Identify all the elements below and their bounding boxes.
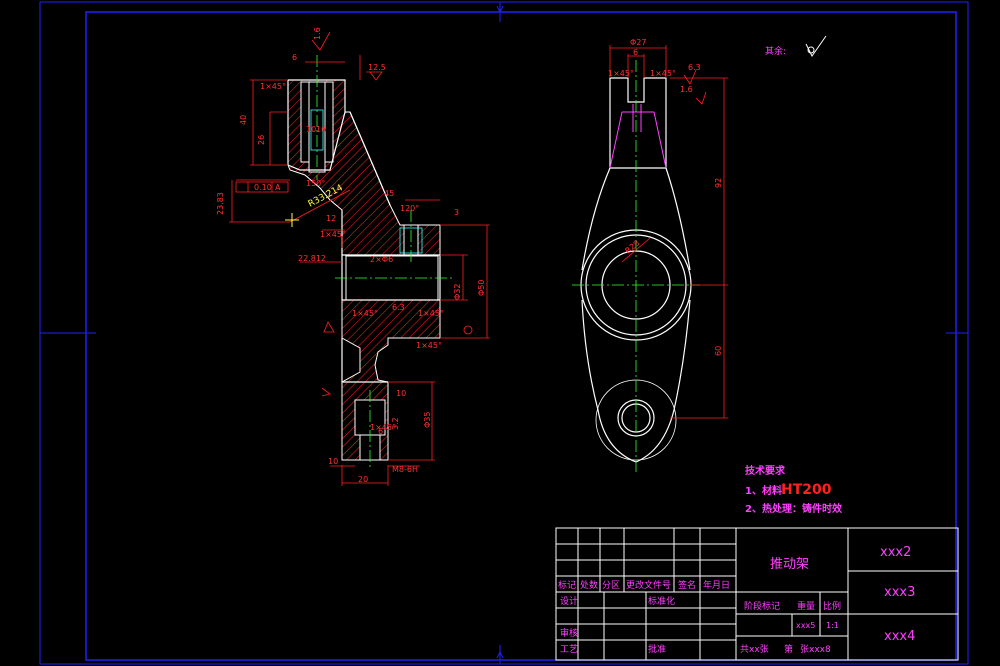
roughness-symbol-icon <box>805 35 827 57</box>
tb-weight: 重量 <box>797 600 815 612</box>
front-dia-27: Φ27 <box>630 38 646 47</box>
tolerance-datum: A <box>275 183 281 192</box>
roughness-note: 其余: <box>765 35 827 57</box>
tb-col-zone: 分区 <box>602 580 620 591</box>
dim-top-roughness: 12.5 <box>368 63 386 72</box>
roughness-note-text: 其余: <box>765 45 786 57</box>
tb-part-name: 推动架 <box>770 557 809 572</box>
front-width-6: 6 <box>633 48 638 57</box>
tb-row-process: 工艺 <box>560 644 578 655</box>
dim-thread: M8-6H <box>392 465 418 474</box>
tb-col-mark: 标记 <box>558 579 576 591</box>
dim-chamfer-a: 1×45° <box>352 309 378 318</box>
dim-120: 120° <box>400 204 419 213</box>
dim-16: 16 <box>316 125 326 134</box>
dim-chamfer-top: 1×45° <box>260 82 286 91</box>
front-taper <box>609 104 667 169</box>
tb-row-review: 审核 <box>560 627 578 639</box>
dim-chamfer-b: 1×45° <box>418 309 444 318</box>
tb-col-count: 处数 <box>580 579 598 591</box>
tb-stage-mark: 阶段标记 <box>744 600 780 612</box>
tech-requirements: 技术要求 1、材料: HT200 2、热处理：铸件时效 <box>745 464 843 515</box>
title-block: 标记 处数 分区 更改文件号 签名 年月日 设计 标准化 审核 工艺 批准 阶段… <box>555 527 959 661</box>
tb-code-1: xxx2 <box>880 545 911 560</box>
tech-line1-prefix: 1、材料: <box>745 484 786 497</box>
front-roughness-63: 6.3 <box>688 63 701 72</box>
front-roughness-16: 1.6 <box>680 85 693 94</box>
front-chamfer-l: 1×45° <box>608 69 634 78</box>
dim-40: 40 <box>239 115 248 125</box>
dim-23: 23.83 <box>216 192 225 215</box>
bores <box>300 81 439 461</box>
dim-roughness-16: 1.6 <box>313 27 322 40</box>
dim-6b: 6 <box>378 427 383 436</box>
dim-phi35: Φ35 <box>423 412 432 428</box>
tb-col-date: 年月日 <box>703 579 730 591</box>
dim-chamfer-c: 1×45° <box>416 341 442 350</box>
cad-drawing-canvas: 12.5 1.6 6 1×45° 40 26 10 16 0.10 A 23.8… <box>39 1 969 665</box>
dim-45: 45 <box>384 189 394 198</box>
dim-50: Φ50 <box>477 280 486 296</box>
tb-scale-value: 1:1 <box>826 621 839 630</box>
tech-line2: 2、热处理：铸件时效 <box>745 502 843 515</box>
tech-material: HT200 <box>781 482 832 498</box>
front-centerlines <box>572 60 700 475</box>
tb-sheets: 共xx张 <box>740 644 769 655</box>
dim-roughness-63: 6.3 <box>392 303 405 312</box>
dim-22: 22.812 <box>298 254 326 263</box>
dim-150: 150° <box>306 179 325 188</box>
sheet-frame <box>39 1 969 665</box>
dim-chamfer-mid: 1×45° <box>320 230 346 239</box>
tb-scale: 比例 <box>823 600 841 612</box>
front-chamfer-r: 1×45° <box>650 69 676 78</box>
dim-phi6: 2×Φ6 <box>370 255 393 264</box>
section-view: 12.5 1.6 6 1×45° 40 26 10 16 0.10 A 23.8… <box>216 27 490 486</box>
dim-width-6: 6 <box>292 53 297 62</box>
dim-26: 26 <box>257 135 266 145</box>
front-dim-60: 60 <box>714 346 723 356</box>
dim-32: Φ32 <box>453 284 462 300</box>
dim-12: 12 <box>326 214 336 223</box>
tb-col-sign: 签名 <box>678 579 696 591</box>
tolerance-value: 0.10 <box>254 183 272 192</box>
tb-row-approve: 批准 <box>648 643 666 655</box>
tb-stage-value: xxx5 <box>796 621 815 630</box>
dim-10b: 10 <box>396 389 406 398</box>
tb-col-doc: 更改文件号 <box>626 579 671 591</box>
cursor-crosshair <box>285 213 299 227</box>
dim-10: 10 <box>306 125 316 134</box>
dim-10c: 10 <box>328 457 338 466</box>
tech-heading: 技术要求 <box>745 464 786 477</box>
front-view: Φ27 6 1×45° 1×45° 6.3 1.6 92 60 R28 <box>572 38 728 475</box>
tb-row-design: 设计 <box>560 595 578 607</box>
tb-code-3: xxx4 <box>884 629 915 644</box>
tb-sheet-value: 张xxx8 <box>800 644 831 655</box>
label-3: 3 <box>454 208 459 217</box>
tb-sheet-prefix: 第 <box>784 643 793 655</box>
dim-20: 20 <box>358 475 368 484</box>
front-dim-92: 92 <box>714 178 723 188</box>
tb-row-standard: 标准化 <box>648 595 675 607</box>
tb-code-2: xxx3 <box>884 585 915 600</box>
